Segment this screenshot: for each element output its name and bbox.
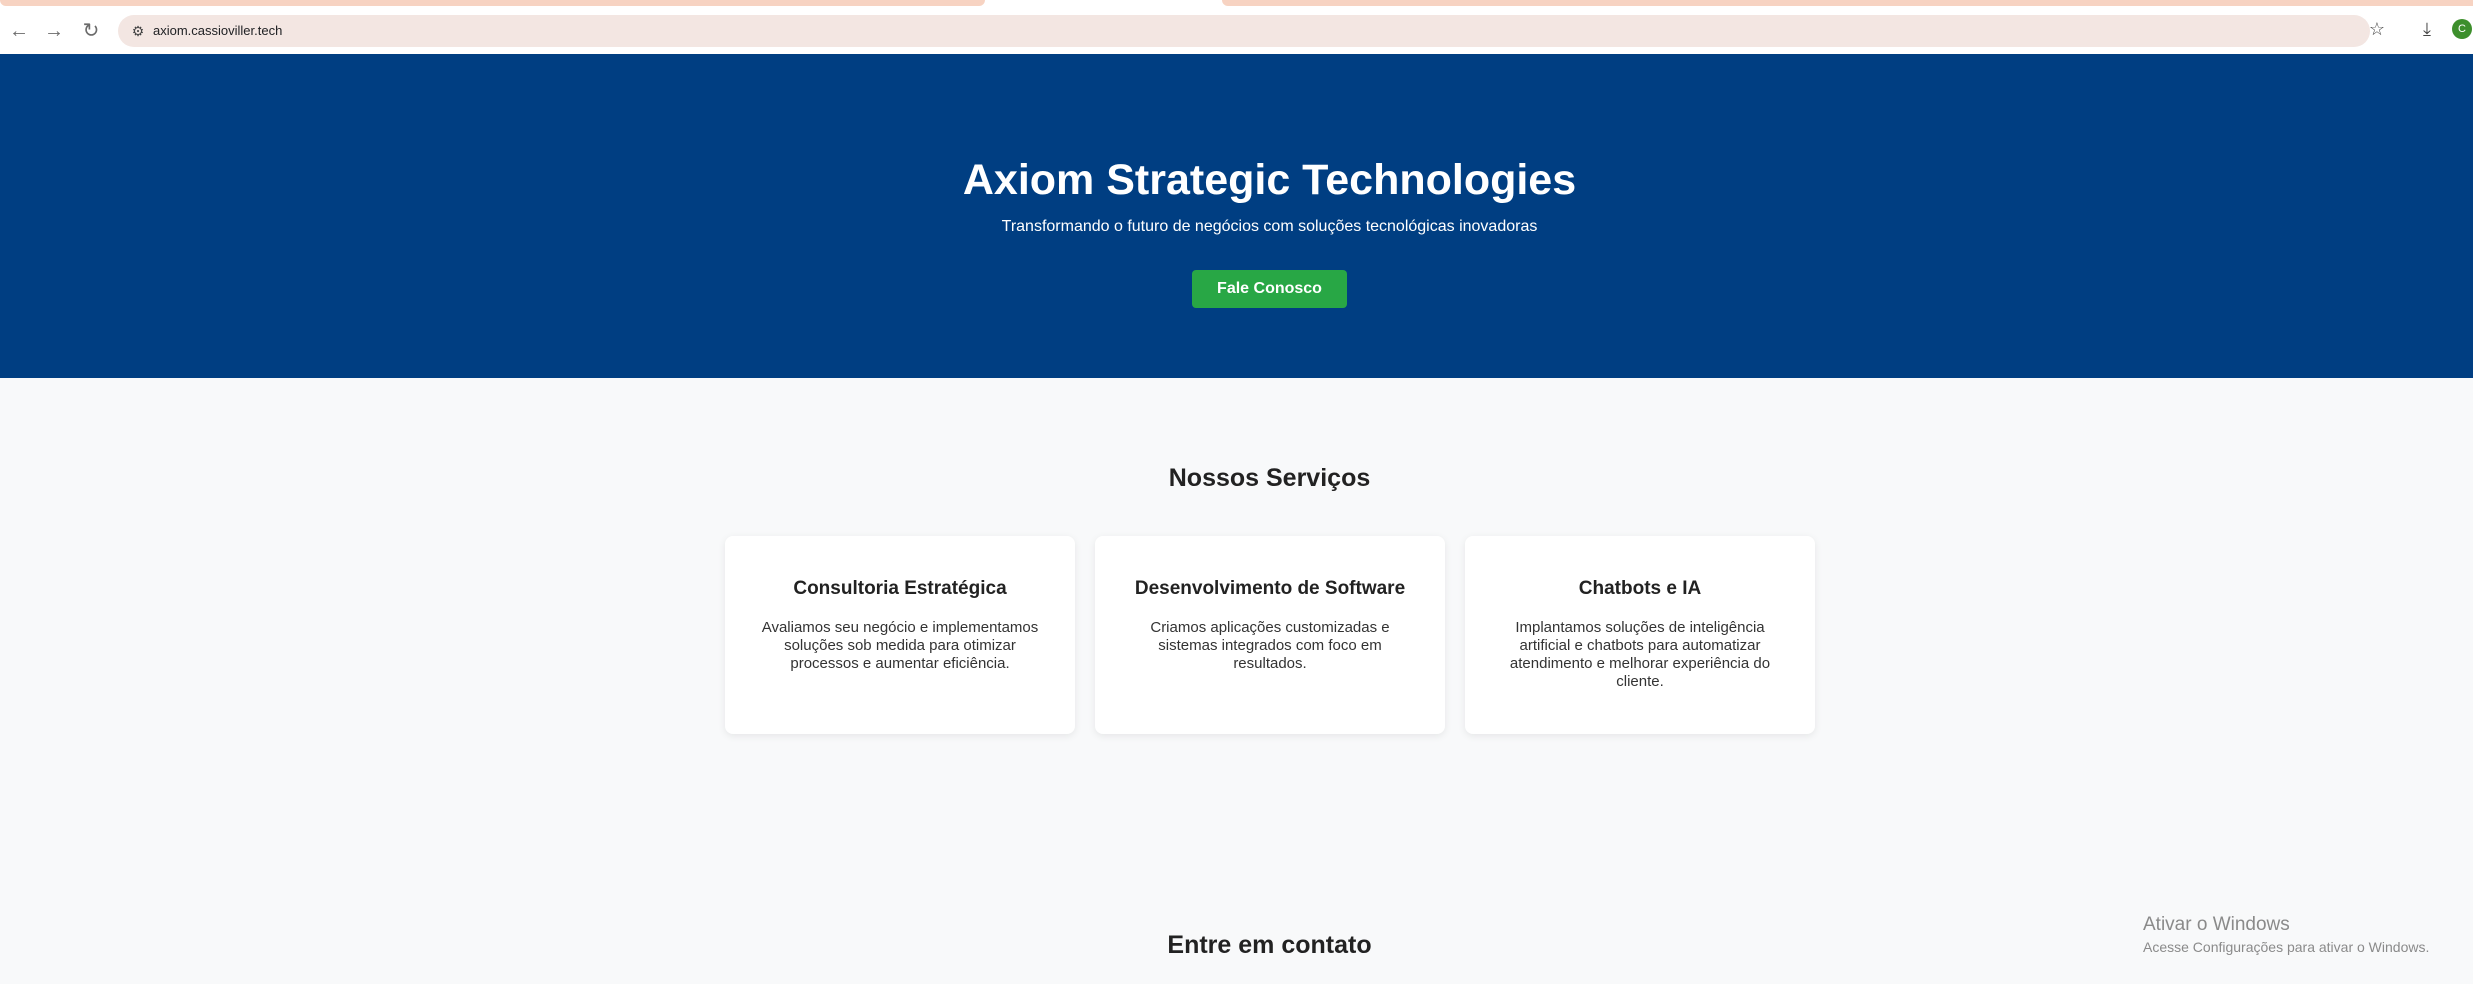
service-card-text: Implantamos soluções de inteligência art…: [1509, 619, 1771, 690]
star-icon[interactable]: ☆: [2365, 17, 2389, 41]
watermark-title: Ativar o Windows: [2143, 914, 2290, 935]
hero-section: Axiom Strategic Technologies Transforman…: [0, 54, 2473, 378]
arrow-left-icon[interactable]: ←: [6, 18, 32, 44]
service-card: Consultoria Estratégica Avaliamos seu ne…: [725, 536, 1075, 734]
service-card-title: Desenvolvimento de Software: [1134, 578, 1406, 599]
tab-right[interactable]: [1222, 0, 2473, 6]
contact-button[interactable]: Fale Conosco: [1192, 270, 1347, 308]
service-card-title: Consultoria Estratégica: [793, 578, 1007, 599]
service-card-text: Avaliamos seu negócio e implementamos so…: [761, 619, 1039, 672]
browser-toolbar: ← → ↻ ⚙ axiom.cassioviller.tech: [0, 7, 2473, 54]
download-icon[interactable]: ⤓: [2415, 17, 2439, 41]
reload-icon[interactable]: ↻: [78, 18, 104, 44]
contact-title: Entre em contato: [1167, 931, 1372, 959]
service-card: Chatbots e IA Implantamos soluções de in…: [1465, 536, 1815, 734]
services-title: Nossos Serviços: [1168, 464, 1371, 492]
tab-left[interactable]: [0, 0, 985, 6]
windows-activation-watermark: Ativar o Windows Acesse Configurações pa…: [2143, 913, 2429, 957]
tune-icon[interactable]: ⚙: [128, 21, 148, 41]
hero-subtitle: Transformando o futuro de negócios com s…: [1001, 218, 1538, 235]
service-card-text: Criamos aplicações customizadas e sistem…: [1150, 619, 1390, 672]
service-card-title: Chatbots e IA: [1578, 578, 1702, 599]
service-card: Desenvolvimento de Software Criamos apli…: [1095, 536, 1445, 734]
address-bar[interactable]: ⚙ axiom.cassioviller.tech: [118, 15, 2370, 47]
avatar[interactable]: C: [2452, 19, 2472, 39]
watermark-subtitle: Acesse Configurações para ativar o Windo…: [2143, 939, 2430, 955]
browser-chrome: ← → ↻ ⚙ axiom.cassioviller.tech ☆ ⤓ C: [0, 0, 2473, 54]
tab-strip: [0, 0, 2473, 7]
url-text[interactable]: axiom.cassioviller.tech: [153, 15, 282, 47]
hero-title: Axiom Strategic Technologies: [962, 156, 1577, 204]
arrow-right-icon[interactable]: →: [41, 18, 67, 44]
